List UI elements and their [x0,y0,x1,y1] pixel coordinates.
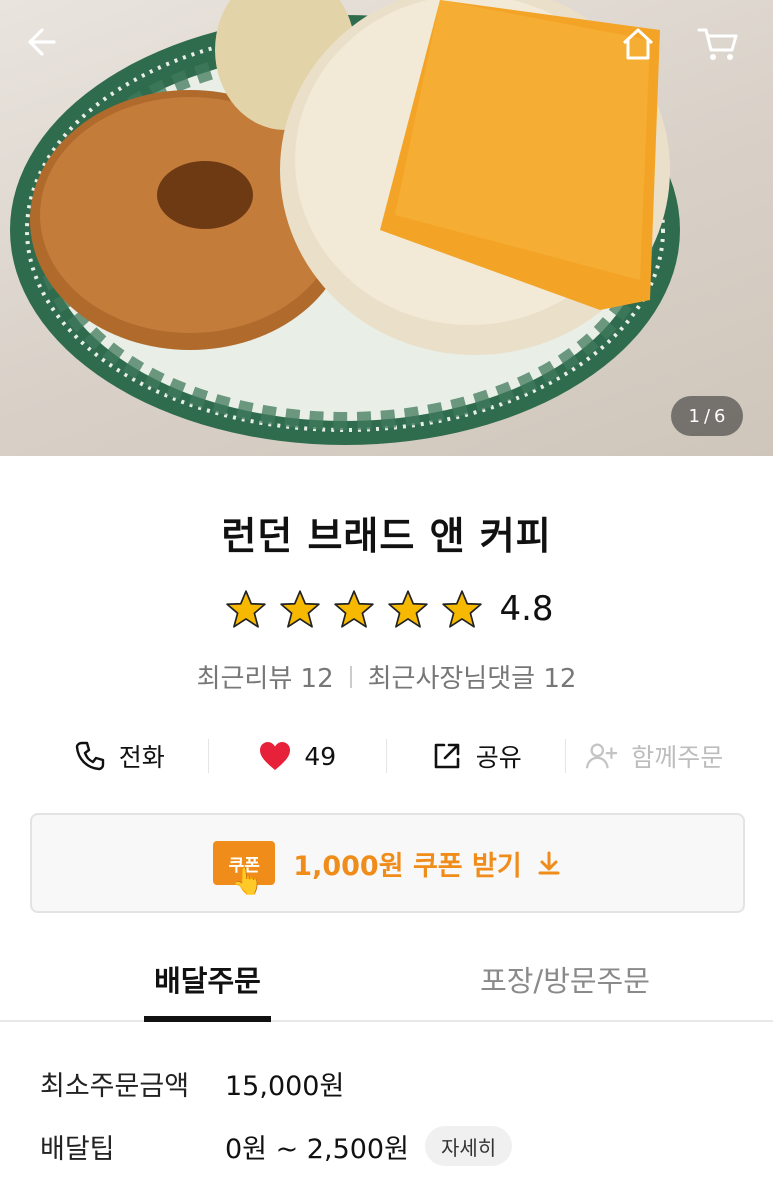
recent-reviews-link[interactable]: 최근리뷰 12 [197,658,334,695]
store-photo[interactable]: 1 / 6 [0,0,773,456]
share-label: 공유 [475,743,522,772]
tab-pickup-label: 포장/방문주문 [480,964,650,998]
gallery-counter: 1 / 6 [671,396,743,436]
star-icon [280,590,321,628]
tab-pickup[interactable]: 포장/방문주문 [470,946,660,1018]
star-icon [334,590,375,628]
store-name: 런던 브래드 앤 커피 [221,514,552,558]
coupon-label: 1,000원 쿠폰 받기 [293,850,522,882]
phone-icon [73,739,107,773]
delivery-tip-row: 배달팁 0원 ~ 2,500원 자세히 [40,1126,513,1166]
call-label: 전화 [118,743,165,772]
tab-delivery[interactable]: 배달주문 [144,946,271,1022]
tip-detail-button[interactable]: 자세히 [424,1126,513,1166]
gallery-total: 6 [714,405,726,427]
cart-button[interactable] [696,24,748,76]
coupon-download-button[interactable]: 쿠폰 👆 1,000원 쿠폰 받기 [30,813,745,913]
gallery-current: 1 [688,405,700,427]
min-order-value: 15,000원 [225,1071,345,1102]
group-order-label: 함께주문 [631,743,724,772]
divider [349,665,352,688]
star-icon [226,590,267,628]
min-order-label: 최소주문금액 [40,1071,190,1102]
share-icon [430,739,464,773]
star-icon [388,590,429,628]
download-arrow-icon [538,851,560,875]
like-count: 49 [304,741,337,771]
owner-replies-link[interactable]: 최근사장님댓글 12 [368,658,577,695]
rating-value: 4.8 [499,589,554,629]
delivery-tip-label: 배달팁 [40,1133,115,1165]
delivery-tip-value: 0원 ~ 2,500원 [225,1133,409,1165]
min-order-row: 최소주문금액 15,000원 [40,1064,344,1103]
hand-icon: 👆 [231,867,264,897]
order-type-tabs: 배달주문 포장/방문주문 [0,946,773,1022]
add-person-icon [585,739,619,773]
heart-icon [258,739,292,773]
rating-row: 4.8 [0,588,773,630]
review-stats: 최근리뷰 12 최근사장님댓글 12 [0,658,773,695]
call-button[interactable]: 전화 [30,738,208,774]
share-button[interactable]: 공유 [387,738,565,774]
gallery-separator: / [703,405,711,427]
back-arrow-icon [28,28,56,56]
cart-icon [697,28,738,60]
like-button[interactable]: 49 [209,739,387,773]
home-icon [622,28,654,60]
group-order-button[interactable]: 함께주문 [566,738,744,774]
coupon-ticket-icon: 쿠폰 👆 [213,841,276,895]
tab-delivery-label: 배달주문 [154,964,261,998]
back-button[interactable] [22,24,74,76]
action-bar: 전화 49 공유 함께주문 [30,728,743,784]
home-button[interactable] [618,24,670,76]
star-icon [442,590,483,628]
